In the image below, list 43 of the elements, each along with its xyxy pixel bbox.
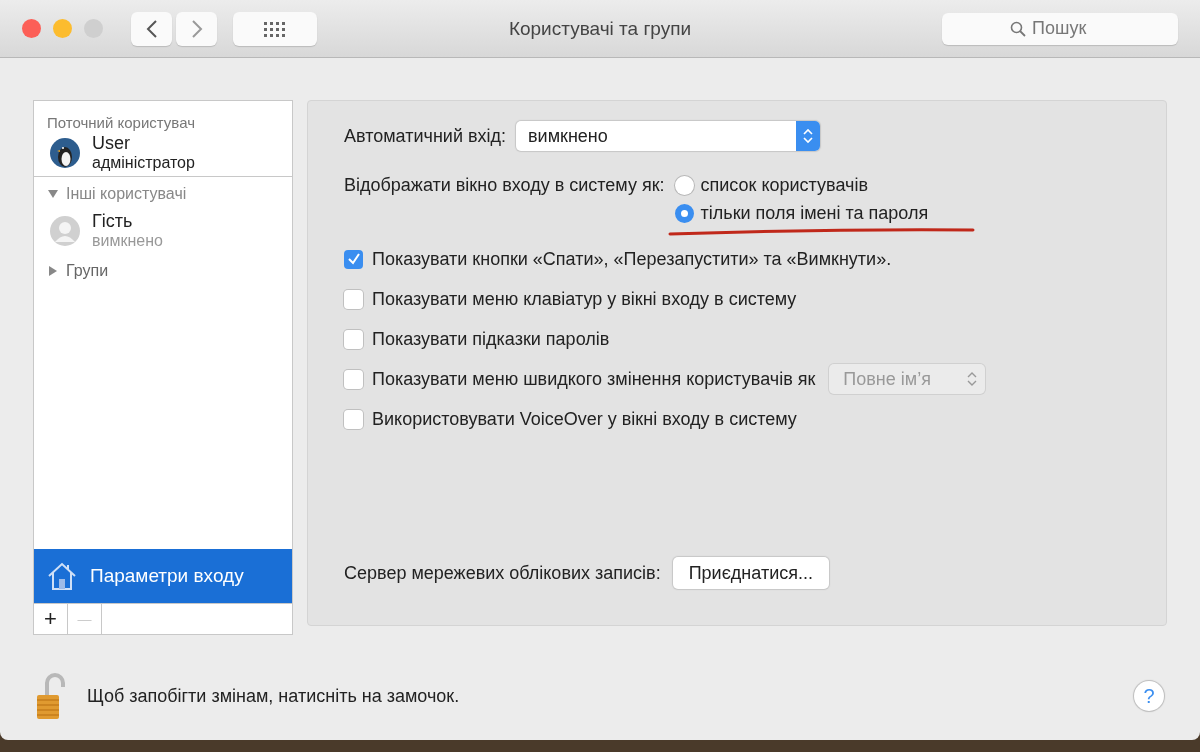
disclosure-triangle-icon	[48, 266, 58, 276]
checkbox-option[interactable]: Використовувати VoiceOver у вікні входу в систему	[344, 408, 797, 430]
checkbox-option[interactable]: Показувати меню клавіатур у вікні входу в систему	[344, 288, 797, 310]
group-label: Групи	[66, 262, 109, 280]
close-button[interactable]	[22, 19, 41, 38]
login-options-item[interactable]: Параметри входу	[34, 549, 292, 603]
chevron-left-icon	[146, 19, 157, 38]
user-item[interactable]: Гість вимкнено	[34, 209, 292, 254]
show-all-button[interactable]	[233, 11, 317, 46]
person-avatar-icon	[50, 215, 80, 246]
join-button[interactable]: Приєднатися...	[672, 557, 829, 589]
lock-hint-text: Щоб запобігти змінам, натисніть на замочок.	[87, 685, 460, 707]
user-item[interactable]: User адміністратор	[34, 131, 292, 177]
checkbox-option[interactable]: Показувати меню швидкого змінення користувачів як	[344, 368, 816, 390]
back-button[interactable]	[131, 11, 172, 46]
group-label: Інші користувачі	[66, 185, 187, 203]
checkbox-option[interactable]: Показувати підказки паролів	[344, 328, 610, 350]
group-toggle[interactable]: Інші користувачі	[34, 177, 292, 209]
radio-option[interactable]: список користувачів	[674, 175, 977, 196]
grid-icon	[264, 21, 285, 37]
dropdown-arrows-icon	[796, 121, 820, 151]
radio-option[interactable]: тільки поля імені та пароля	[674, 203, 977, 224]
minimize-button[interactable]	[53, 19, 72, 38]
penguin-avatar-icon	[50, 137, 80, 168]
user-status: вимкнено	[92, 232, 163, 250]
group-toggle[interactable]: Групи	[34, 254, 292, 286]
section-header: Поточний користувач	[46, 113, 196, 131]
user-name: User	[92, 133, 131, 154]
auto-login-label: Автоматичний вхід:	[344, 125, 506, 147]
window-title: Користувачі та групи	[508, 17, 692, 40]
house-icon	[46, 561, 78, 591]
search-field[interactable]: Пошук	[942, 12, 1178, 45]
checkbox-option[interactable]: Показувати кнопки «Спати», «Перезапустити» та «Вимкнути».	[344, 248, 892, 270]
user-name: Гість	[92, 211, 134, 232]
display-login-label: Відображати вікно входу в систему як:	[344, 175, 665, 196]
auto-login-dropdown[interactable]: вимкнено	[516, 121, 820, 151]
forward-button[interactable]	[176, 11, 217, 46]
disclosure-triangle-icon	[48, 189, 58, 199]
checkmark-icon	[346, 252, 361, 266]
user-role: адміністратор	[92, 154, 195, 172]
chevron-right-icon	[191, 19, 202, 38]
network-server-label: Сервер мережевих облікових записів:	[344, 562, 661, 584]
dropdown-arrows-icon	[967, 371, 978, 387]
